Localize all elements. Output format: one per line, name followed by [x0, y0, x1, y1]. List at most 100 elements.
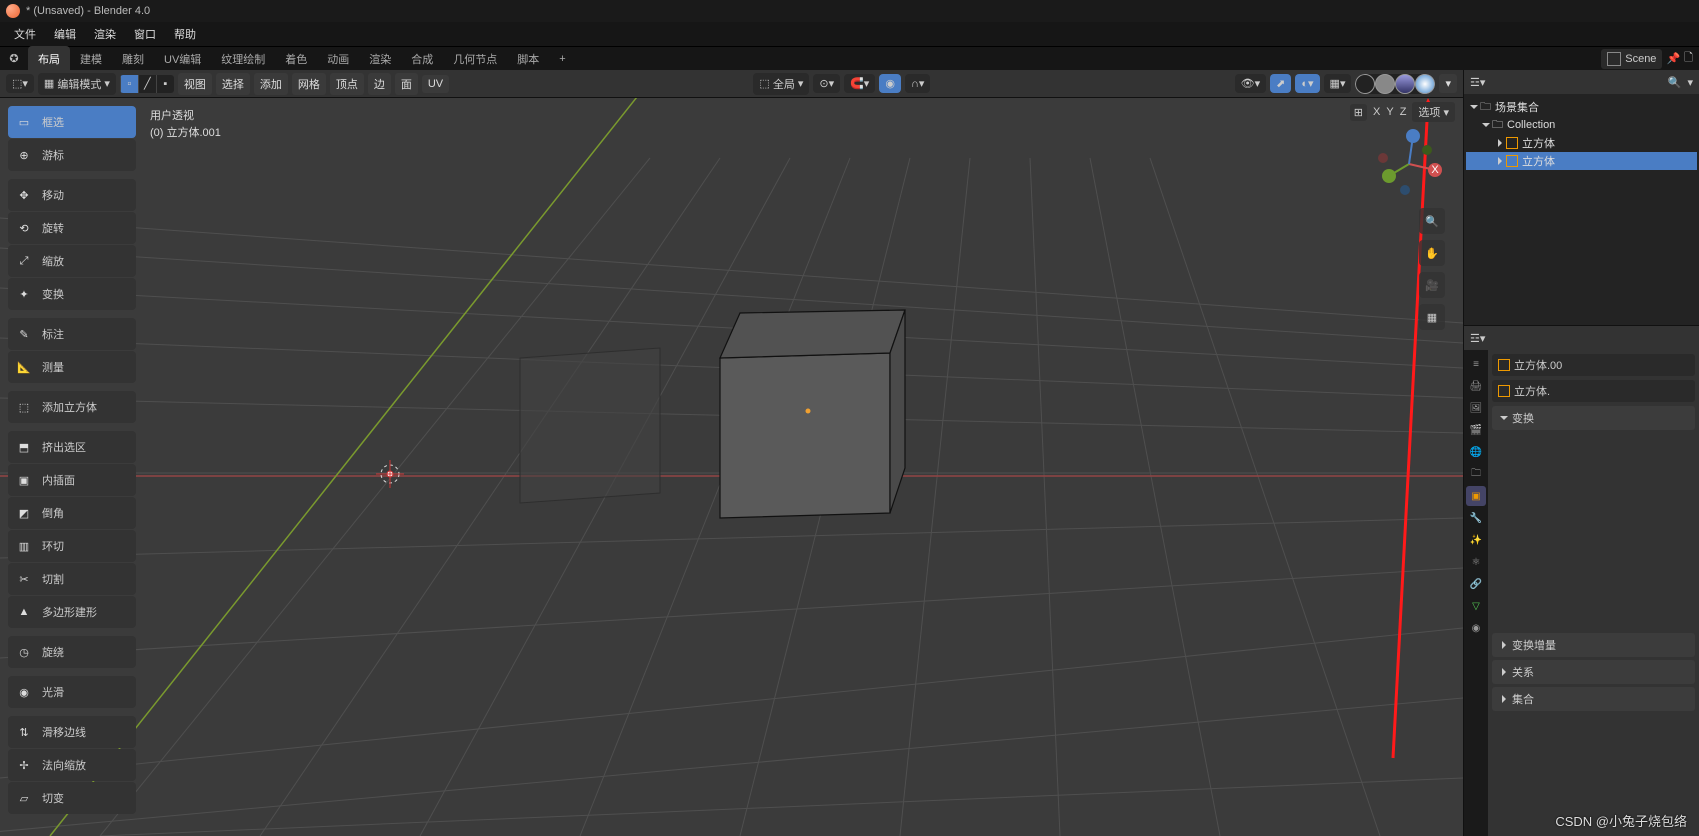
gizmo-toggle[interactable]: ⬈: [1270, 74, 1291, 93]
ptab-viewlayer-icon[interactable]: 🖼: [1466, 398, 1486, 418]
menu-select[interactable]: 选择: [216, 73, 250, 95]
tab-texpaint[interactable]: 纹理绘制: [211, 46, 275, 72]
tool-knife[interactable]: ✂切割: [8, 563, 136, 595]
panel-relations[interactable]: 关系: [1492, 660, 1695, 684]
solid-shading-icon[interactable]: [1375, 74, 1395, 94]
tool-polybuild[interactable]: ▲多边形建形: [8, 596, 136, 628]
ptab-scene-icon[interactable]: 🎬: [1466, 420, 1486, 440]
rendered-shading-icon[interactable]: [1415, 74, 1435, 94]
tab-sculpt[interactable]: 雕刻: [112, 46, 154, 72]
tool-annotate[interactable]: ✎标注: [8, 318, 136, 350]
outliner-type-icon[interactable]: ☲▾: [1470, 76, 1485, 89]
tool-extrude[interactable]: ⬒挤出选区: [8, 431, 136, 463]
tool-inset[interactable]: ▣内插面: [8, 464, 136, 496]
edge-mode-icon[interactable]: ╱: [138, 75, 156, 93]
menu-render[interactable]: 渲染: [86, 22, 124, 46]
editor-type[interactable]: ⬚▾: [6, 74, 34, 93]
menu-add[interactable]: 添加: [254, 73, 288, 95]
menu-edit[interactable]: 编辑: [46, 22, 84, 46]
persp-ortho-icon[interactable]: ▦: [1419, 304, 1445, 330]
menu-view[interactable]: 视图: [178, 73, 212, 95]
object-name-field[interactable]: 立方体.00: [1492, 354, 1695, 376]
filter-icon[interactable]: 🔍: [1668, 76, 1682, 89]
nav-gizmo[interactable]: X: [1373, 128, 1445, 200]
select-mode-seg[interactable]: ▫ ╱ ▪: [120, 75, 174, 93]
tool-measure[interactable]: 📐测量: [8, 351, 136, 383]
mode-selector[interactable]: ▦ 编辑模式 ▾: [38, 73, 116, 95]
tool-spin[interactable]: ◷旋绕: [8, 636, 136, 668]
tool-scale[interactable]: ⤢缩放: [8, 245, 136, 277]
vertex-mode-icon[interactable]: ▫: [120, 75, 138, 93]
mesh-select-mode-icon[interactable]: ⊞: [1350, 104, 1367, 121]
tool-bevel[interactable]: ◩倒角: [8, 497, 136, 529]
menu-face[interactable]: 面: [395, 73, 418, 95]
ptab-world-icon[interactable]: 🌐: [1466, 442, 1486, 462]
tab-render[interactable]: 渲染: [359, 46, 401, 72]
panel-collections[interactable]: 集合: [1492, 687, 1695, 711]
outliner-item-cube2[interactable]: 立方体: [1466, 152, 1697, 170]
matprev-shading-icon[interactable]: [1395, 74, 1415, 94]
menu-vertex[interactable]: 顶点: [330, 73, 364, 95]
camera-view-icon[interactable]: 🎥: [1419, 272, 1445, 298]
tool-move[interactable]: ✥移动: [8, 179, 136, 211]
tab-geonodes[interactable]: 几何节点: [443, 46, 507, 72]
pan-icon[interactable]: ✋: [1419, 240, 1445, 266]
menu-help[interactable]: 帮助: [166, 22, 204, 46]
filter-options-icon[interactable]: ▾: [1687, 76, 1693, 89]
ptab-modifier-icon[interactable]: 🔧: [1466, 508, 1486, 528]
ptab-render-icon[interactable]: ≡: [1466, 354, 1486, 374]
tab-layout[interactable]: 布局: [28, 46, 70, 72]
menu-window[interactable]: 窗口: [126, 22, 164, 46]
ptab-object-icon[interactable]: ▣: [1466, 486, 1486, 506]
mesh-name-field[interactable]: 立方体.: [1492, 380, 1695, 402]
tool-transform[interactable]: ✦变换: [8, 278, 136, 310]
axis-z-toggle[interactable]: Z: [1400, 106, 1407, 118]
snap-toggle[interactable]: 🧲▾: [844, 74, 875, 93]
pin-icon[interactable]: 📌: [1666, 52, 1680, 65]
ptab-output-icon[interactable]: 🖨: [1466, 376, 1486, 396]
proportional-edit[interactable]: ◉: [879, 74, 901, 93]
outliner-scene-collection[interactable]: 🗀场景集合: [1466, 98, 1697, 116]
panel-transform[interactable]: 变换: [1492, 406, 1695, 430]
outliner-item-cube1[interactable]: 立方体: [1466, 134, 1697, 152]
view3d-viewport[interactable]: ⊞ X Y Z 选项 ▾ X 🔍 ✋ 🎥 ▦ ▭框选 ⊕游标 ✥移动 ⟲旋转 ⤢…: [0, 98, 1463, 836]
outliner-collection[interactable]: 🗀Collection: [1466, 116, 1697, 134]
tab-add[interactable]: +: [549, 48, 575, 70]
ptab-data-icon[interactable]: ▽: [1466, 596, 1486, 616]
tool-shear[interactable]: ▱切变: [8, 782, 136, 814]
orientation-selector[interactable]: ⬚ 全局 ▾: [753, 73, 809, 95]
options-dropdown[interactable]: 选项 ▾: [1412, 102, 1455, 122]
visibility-toggle[interactable]: 👁▾: [1235, 74, 1267, 93]
tab-uvedit[interactable]: UV编辑: [154, 46, 211, 72]
tool-shrinkfatten[interactable]: ✢法向缩放: [8, 749, 136, 781]
tool-addcube[interactable]: ⬚添加立方体: [8, 391, 136, 423]
ptab-physics-icon[interactable]: ⚛: [1466, 552, 1486, 572]
tool-rotate[interactable]: ⟲旋转: [8, 212, 136, 244]
blender-icon[interactable]: ✪: [4, 49, 24, 69]
tool-loopcut[interactable]: ▥环切: [8, 530, 136, 562]
tool-smooth[interactable]: ◉光滑: [8, 676, 136, 708]
axis-y-toggle[interactable]: Y: [1386, 106, 1393, 118]
tab-modeling[interactable]: 建模: [70, 46, 112, 72]
ptab-particle-icon[interactable]: ✨: [1466, 530, 1486, 550]
zoom-icon[interactable]: 🔍: [1419, 208, 1445, 234]
tool-edgeslide[interactable]: ⇅滑移边线: [8, 716, 136, 748]
xray-toggle[interactable]: ▦▾: [1324, 74, 1352, 93]
tab-compositing[interactable]: 合成: [401, 46, 443, 72]
tool-cursor[interactable]: ⊕游标: [8, 139, 136, 171]
tab-anim[interactable]: 动画: [317, 46, 359, 72]
overlay-toggle[interactable]: ◐▾: [1295, 74, 1319, 93]
pivot-selector[interactable]: ⊙▾: [813, 74, 840, 93]
scene-selector[interactable]: Scene: [1601, 49, 1662, 69]
menu-file[interactable]: 文件: [6, 22, 44, 46]
face-mode-icon[interactable]: ▪: [156, 75, 174, 93]
shading-options[interactable]: ▾: [1439, 74, 1457, 93]
tab-shading[interactable]: 着色: [275, 46, 317, 72]
menu-mesh[interactable]: 网格: [292, 73, 326, 95]
tab-script[interactable]: 脚本: [507, 46, 549, 72]
ptab-constraint-icon[interactable]: 🔗: [1466, 574, 1486, 594]
ptab-material-icon[interactable]: ◉: [1466, 618, 1486, 638]
menu-edge[interactable]: 边: [368, 73, 391, 95]
tool-boxselect[interactable]: ▭框选: [8, 106, 136, 138]
properties-type-icon[interactable]: ☲▾: [1470, 332, 1485, 345]
